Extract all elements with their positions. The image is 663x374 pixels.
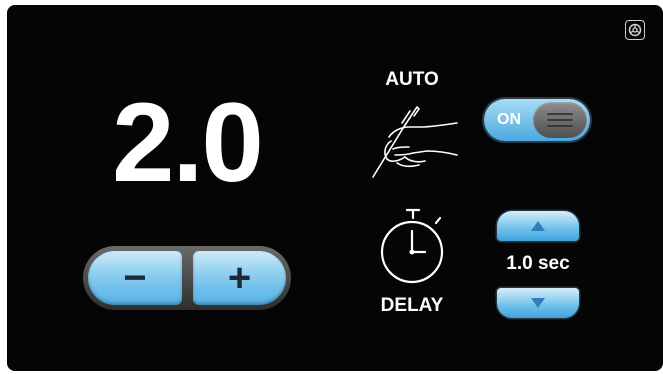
settings-icon: [628, 23, 642, 37]
delay-label: DELAY: [380, 295, 444, 316]
delay-increase-button[interactable]: [497, 211, 579, 241]
control-panel: 2.0 − + AUTO ON DELAY 1.0 sec: [7, 5, 663, 371]
main-value-display: 2.0: [112, 80, 264, 205]
toggle-knob[interactable]: [533, 102, 587, 138]
knob-grip-line: [547, 125, 573, 127]
knob-grip-line: [547, 119, 573, 121]
toggle-state-label: ON: [497, 111, 521, 128]
triangle-down-icon: [531, 298, 545, 308]
hand-pen-icon: [372, 106, 458, 178]
value-stepper: − +: [83, 246, 291, 310]
increment-button[interactable]: +: [193, 251, 286, 305]
knob-grip-line: [547, 113, 573, 115]
triangle-up-icon: [531, 221, 545, 231]
auto-toggle[interactable]: ON: [484, 99, 590, 141]
decrement-button[interactable]: −: [88, 251, 182, 305]
delay-value: 1.0 sec: [506, 253, 570, 274]
delay-decrease-button[interactable]: [497, 288, 579, 318]
stopwatch-icon: [380, 208, 444, 284]
auto-label: AUTO: [385, 69, 439, 90]
settings-button[interactable]: [625, 20, 645, 40]
